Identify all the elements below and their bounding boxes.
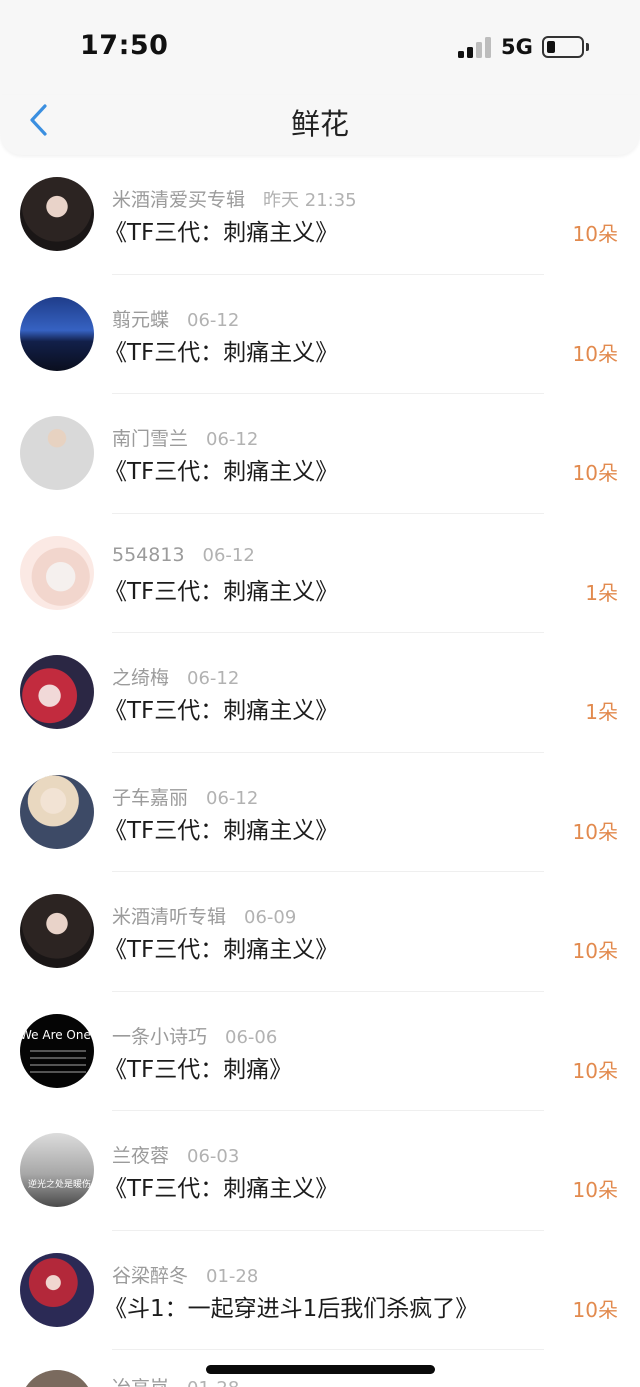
item-date: 06-12 [206, 787, 259, 809]
work-title: 《TF三代：刺痛主义》 [104, 578, 339, 605]
avatar[interactable]: 逆光之处是暖伤 [20, 1133, 94, 1207]
nav-bar: 鲜花 [0, 95, 640, 155]
flower-count: 10朵 [572, 1178, 618, 1202]
battery-icon [542, 36, 584, 58]
username[interactable]: 子车嘉丽 [112, 787, 188, 809]
list-item[interactable]: 翦元蝶 06-12 《TF三代：刺痛主义》 10朵 [0, 275, 640, 395]
item-date: 06-09 [244, 907, 297, 928]
work-title: 《TF三代：刺痛主义》 [104, 1176, 339, 1202]
username[interactable]: 翦元蝶 [112, 309, 169, 331]
username[interactable]: 米酒清爱买专辑 [112, 189, 245, 211]
username[interactable]: 554813 [112, 544, 185, 566]
username[interactable]: 米酒清听专辑 [112, 906, 226, 928]
username[interactable]: 冶高岚 [112, 1377, 169, 1387]
work-title: 《TF三代：刺痛主义》 [104, 220, 339, 246]
work-title: 《TF三代：刺痛主义》 [104, 937, 339, 963]
item-date: 06-12 [187, 309, 240, 331]
avatar[interactable] [20, 1252, 94, 1327]
flower-count: 10朵 [572, 1058, 618, 1083]
item-date: 06-06 [225, 1026, 278, 1048]
list-item[interactable]: 南门雪兰 06-12 《TF三代：刺痛主义》 10朵 [0, 394, 640, 514]
username[interactable]: 南门雪兰 [112, 428, 188, 450]
item-date: 01-28 [206, 1265, 259, 1287]
work-title: 《TF三代：刺痛主义》 [104, 698, 339, 724]
avatar[interactable] [20, 177, 94, 251]
item-date: 06-12 [206, 429, 259, 450]
work-title: 《TF三代：刺痛主义》 [104, 459, 339, 485]
item-date: 06-12 [202, 544, 255, 566]
list-item[interactable]: We Are One 一条小诗巧 06-06 《TF三代：刺痛》 10朵 [0, 992, 640, 1112]
avatar[interactable] [20, 894, 94, 968]
flower-count: 10朵 [572, 1297, 618, 1322]
page-title: 鲜花 [290, 107, 349, 141]
flower-count: 10朵 [572, 341, 618, 366]
home-indicator[interactable] [206, 1365, 435, 1374]
avatar[interactable] [20, 296, 94, 371]
flower-count: 1朵 [585, 700, 618, 724]
avatar[interactable] [20, 1370, 94, 1387]
list-item[interactable]: 米酒清听专辑 06-09 《TF三代：刺痛主义》 10朵 [0, 872, 640, 992]
flower-count: 1朵 [585, 580, 618, 605]
username[interactable]: 之绮梅 [112, 667, 169, 689]
battery-cap [586, 43, 589, 51]
work-title: 《TF三代：刺痛主义》 [104, 339, 339, 366]
username[interactable]: 一条小诗巧 [112, 1026, 207, 1048]
work-title: 《TF三代：刺痛》 [104, 1056, 293, 1083]
list-item[interactable]: 米酒清爱买专辑 昨天 21:35 《TF三代：刺痛主义》 10朵 [0, 155, 640, 275]
list-item[interactable]: 子车嘉丽 06-12 《TF三代：刺痛主义》 10朵 [0, 753, 640, 873]
flower-count: 10朵 [572, 461, 618, 485]
item-date: 01-28 [187, 1378, 239, 1387]
avatar-decoration [30, 1049, 86, 1078]
item-date: 昨天 21:35 [263, 190, 357, 211]
avatar[interactable] [20, 655, 94, 729]
avatar[interactable] [20, 535, 94, 610]
avatar[interactable] [20, 774, 94, 849]
status-time: 17:50 [80, 30, 169, 61]
status-bar: 17:50 5G [0, 0, 640, 95]
username[interactable]: 谷梁醉冬 [112, 1265, 188, 1287]
work-title: 《斗1：一起穿进斗1后我们杀疯了》 [104, 1295, 479, 1322]
work-title: 《TF三代：刺痛主义》 [104, 817, 339, 844]
avatar-text: We Are One [20, 1027, 91, 1042]
list-item[interactable]: 逆光之处是暖伤 兰夜蓉 06-03 《TF三代：刺痛主义》 10朵 [0, 1111, 640, 1231]
item-date: 06-03 [187, 1146, 240, 1167]
username[interactable]: 兰夜蓉 [112, 1145, 169, 1167]
item-date: 06-12 [187, 668, 240, 689]
avatar[interactable] [20, 416, 94, 490]
list-item[interactable]: 554813 06-12 《TF三代：刺痛主义》 1朵 [0, 514, 640, 634]
flower-list: 米酒清爱买专辑 昨天 21:35 《TF三代：刺痛主义》 10朵 翦元蝶 06-12… [0, 155, 640, 1350]
list-item[interactable]: 之绮梅 06-12 《TF三代：刺痛主义》 1朵 [0, 633, 640, 753]
flower-count: 10朵 [572, 939, 618, 963]
flower-count: 10朵 [572, 222, 618, 246]
avatar-text: 逆光之处是暖伤 [28, 1180, 92, 1190]
network-type: 5G [501, 35, 533, 59]
list-item[interactable]: 谷梁醉冬 01-28 《斗1：一起穿进斗1后我们杀疯了》 10朵 [0, 1231, 640, 1351]
flower-count: 10朵 [572, 819, 618, 844]
signal-icon [458, 36, 492, 58]
avatar[interactable]: We Are One [20, 1013, 94, 1088]
